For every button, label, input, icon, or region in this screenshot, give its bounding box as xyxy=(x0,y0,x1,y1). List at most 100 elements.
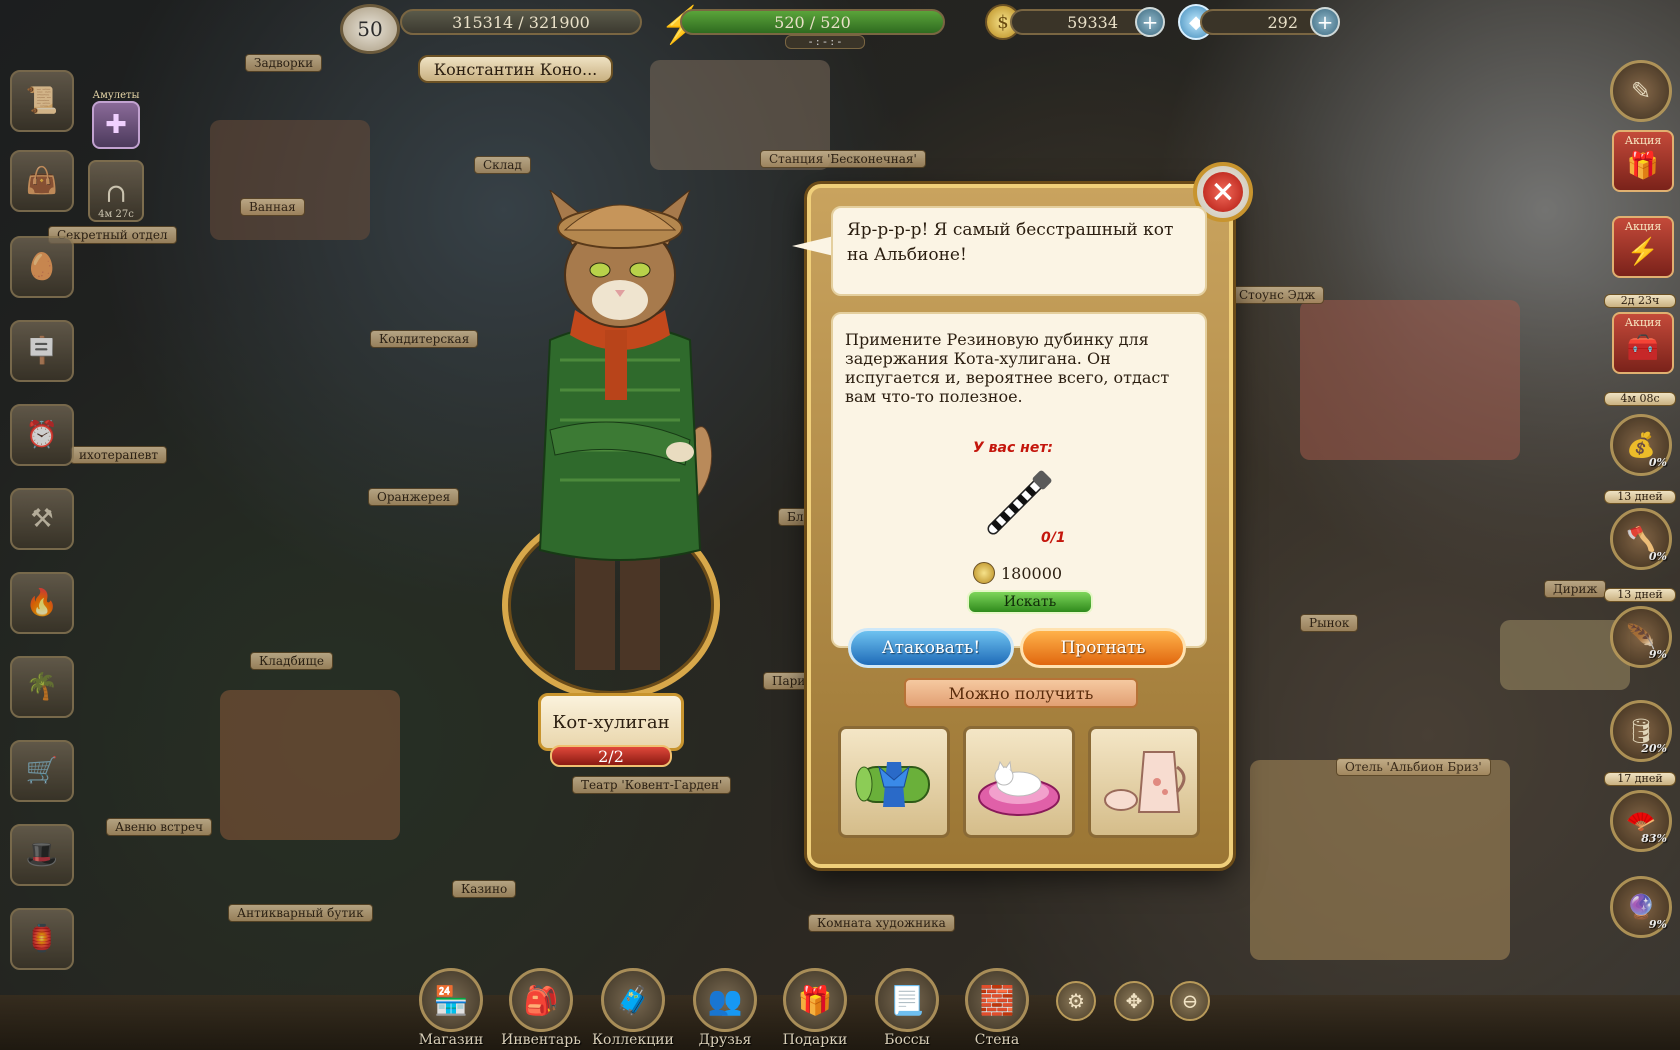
side-slot-egg[interactable]: 🥚 xyxy=(10,236,74,298)
promo-label: Акция xyxy=(1624,220,1662,233)
wanted-poster-icon: 📃 xyxy=(875,968,939,1032)
brick-wall-icon: 🧱 xyxy=(965,968,1029,1032)
map-building xyxy=(1250,760,1510,960)
chest-icon: 🧳 xyxy=(601,968,665,1032)
quest-log-button[interactable]: ✎ xyxy=(1610,60,1672,122)
scroll-icon: 📜 xyxy=(25,86,59,116)
collection-slot[interactable]: 🪓 0% xyxy=(1610,508,1672,570)
map-label[interactable]: Склад xyxy=(474,156,531,174)
cat-bed-icon xyxy=(978,760,1060,816)
price-value: 180000 xyxy=(1001,563,1063,583)
sign-icon: 🪧 xyxy=(25,336,59,366)
item-price: 180000 xyxy=(973,562,1062,584)
chest-icon: 🧰 xyxy=(1626,333,1660,363)
map-label[interactable]: Кондитерская xyxy=(370,330,479,348)
promo-offer-2[interactable]: Акция ⚡ xyxy=(1612,216,1674,278)
collection-slot[interactable]: 🔮 9% xyxy=(1610,876,1672,938)
map-label[interactable]: Задворки xyxy=(245,54,323,72)
map-label[interactable]: Стоунс Эдж xyxy=(1230,286,1325,304)
map-label[interactable]: Авеню встреч xyxy=(106,818,213,836)
item-count: 0/1 xyxy=(1041,530,1066,546)
side-slot-hat[interactable]: 🎩 xyxy=(10,824,74,886)
fan-icon: 🪭 xyxy=(1626,807,1656,835)
map-label[interactable]: Отель 'Альбион Бриз' xyxy=(1336,758,1491,776)
map-label[interactable]: ихотерапевт xyxy=(70,446,168,464)
settings-button[interactable]: ⚙ xyxy=(1056,981,1096,1021)
lamp-icon: 🏮 xyxy=(25,924,59,954)
speech-tail xyxy=(792,236,834,256)
pitcher-set-icon xyxy=(1104,751,1186,813)
wall-button[interactable]: 🧱 Стена xyxy=(958,968,1036,1048)
map-label[interactable]: Ванная xyxy=(240,198,305,216)
gift-icon: 🎁 xyxy=(1626,151,1660,181)
gifts-label: Подарки xyxy=(782,1032,848,1048)
map-label[interactable]: Дириж xyxy=(1544,580,1607,598)
barrel-icon: 🛢 xyxy=(1625,717,1657,745)
friends-button[interactable]: 👥 Друзья xyxy=(686,968,764,1048)
side-slot-tools[interactable]: ⚒ xyxy=(10,488,74,550)
backpack-icon: 🎒 xyxy=(509,968,573,1032)
side-slot-palm[interactable]: 🌴 xyxy=(10,656,74,718)
zoom-out-button[interactable]: ⊖ xyxy=(1170,981,1210,1021)
add-gems-button[interactable]: + xyxy=(1310,7,1340,37)
map-building xyxy=(1300,300,1520,460)
map-label[interactable]: Антикварный бутик xyxy=(228,904,373,922)
axe-icon: 🪓 xyxy=(1626,525,1656,553)
timed-bonus-button[interactable]: ∩ 4м 27с xyxy=(88,160,144,222)
player-name[interactable]: Константин Коно... xyxy=(418,55,613,83)
side-slot-lamp[interactable]: 🏮 xyxy=(10,908,74,970)
xp-bar: 315314 / 321900 xyxy=(400,9,642,35)
promo-timer: 4м 08с xyxy=(1604,392,1676,406)
move-icon: ✥ xyxy=(1125,989,1143,1013)
character-name: Кот-хулиган xyxy=(538,693,684,751)
collection-slot[interactable]: 🪭 83% xyxy=(1610,790,1672,852)
side-slot-quest[interactable]: 📜 xyxy=(10,70,74,132)
encounter-description: Примените Резиновую дубинку для задержан… xyxy=(845,330,1170,406)
cash-register-icon: 🏪 xyxy=(419,968,483,1032)
lightning-icon: ⚡ xyxy=(1626,237,1660,267)
map-label[interactable]: Оранжерея xyxy=(368,488,460,506)
map-label[interactable]: Комната художника xyxy=(808,914,955,932)
friends-icon: 👥 xyxy=(693,968,757,1032)
map-label[interactable]: Казино xyxy=(452,880,517,898)
gifts-button[interactable]: 🎁 Подарки xyxy=(776,968,854,1048)
shop-button[interactable]: 🏪 Магазин xyxy=(412,968,490,1048)
collection-slot[interactable]: 🛢 20% xyxy=(1610,700,1672,762)
side-slot-fire[interactable]: 🔥 xyxy=(10,572,74,634)
promo-timer: 2д 23ч xyxy=(1604,294,1676,308)
search-item-button[interactable]: Искать xyxy=(967,590,1093,614)
level-badge: 50 xyxy=(340,4,400,54)
map-label[interactable]: Театр 'Ковент-Гарден' xyxy=(572,776,732,794)
gear-icon: ⚙ xyxy=(1067,989,1085,1013)
side-slot-sign[interactable]: 🪧 xyxy=(10,320,74,382)
close-icon: × xyxy=(1203,172,1243,212)
side-slot-clock[interactable]: ⏰ xyxy=(10,404,74,466)
side-slot-bag[interactable]: 👜 xyxy=(10,150,74,212)
collection-slot[interactable]: 🪶 9% xyxy=(1610,606,1672,668)
move-button[interactable]: ✥ xyxy=(1114,981,1154,1021)
inventory-button[interactable]: 🎒 Инвентарь xyxy=(501,968,581,1048)
map-building xyxy=(210,120,370,240)
map-label[interactable]: Рынок xyxy=(1300,614,1359,632)
missing-item-label: У вас нет: xyxy=(973,440,1054,456)
attack-button[interactable]: Атаковать! xyxy=(848,628,1014,668)
collections-button[interactable]: 🧳 Коллекции xyxy=(592,968,674,1048)
clock-icon: ⏰ xyxy=(25,420,59,450)
amulets-button[interactable]: Амулеты ✚ xyxy=(88,90,144,152)
drive-away-button[interactable]: Прогнать xyxy=(1020,628,1186,668)
add-gold-button[interactable]: + xyxy=(1135,7,1165,37)
reward-item[interactable] xyxy=(963,726,1075,838)
bosses-button[interactable]: 📃 Боссы xyxy=(868,968,946,1048)
map-label[interactable]: Станция 'Бесконечная' xyxy=(760,150,926,168)
map-label[interactable]: Кладбище xyxy=(250,652,333,670)
reward-item[interactable] xyxy=(838,726,950,838)
side-slot-cart[interactable]: 🛒 xyxy=(10,740,74,802)
promo-offer-3[interactable]: Акция 🧰 xyxy=(1612,312,1674,374)
promo-label: Акция xyxy=(1624,134,1662,147)
shop-label: Магазин xyxy=(418,1032,484,1048)
collection-timer: 13 дней xyxy=(1604,588,1676,602)
promo-offer-1[interactable]: Акция 🎁 xyxy=(1612,130,1674,192)
timed-bonus-timer: 4м 27с xyxy=(98,209,134,220)
collection-slot[interactable]: 💰 0% xyxy=(1610,414,1672,476)
reward-item[interactable] xyxy=(1088,726,1200,838)
